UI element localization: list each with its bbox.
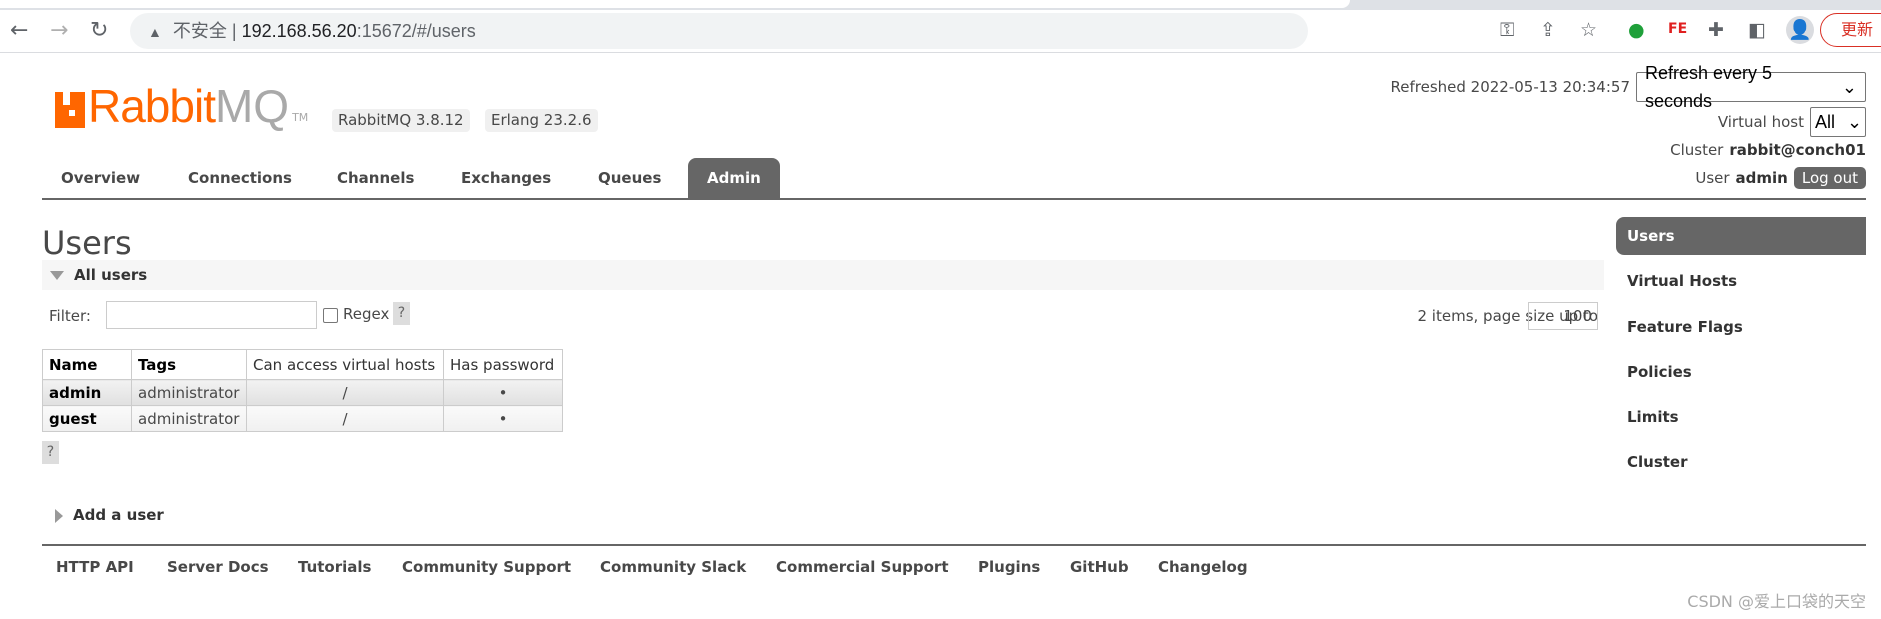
version-badge: RabbitMQ 3.8.12	[332, 109, 470, 132]
forward-icon[interactable]: →	[50, 18, 68, 43]
footer-link-changelog[interactable]: Changelog	[1158, 556, 1248, 578]
footer-link-github[interactable]: GitHub	[1070, 556, 1129, 578]
sidebar-item-users[interactable]: Users	[1616, 217, 1866, 255]
profile-icon[interactable]: 👤	[1786, 16, 1814, 44]
cluster-info: Cluster rabbit@conch01	[1670, 141, 1866, 159]
user-tags: administrator	[131, 379, 247, 406]
footer-link-tutorials[interactable]: Tutorials	[298, 556, 371, 578]
vhost-control: Virtual host All ⌄	[1718, 107, 1866, 137]
user-name-link[interactable]: guest	[42, 405, 132, 432]
user-has-password: •	[443, 405, 563, 432]
refreshed-timestamp: Refreshed 2022-05-13 20:34:57	[1390, 78, 1630, 96]
table-row[interactable]: admin administrator / •	[42, 379, 563, 406]
filter-input[interactable]	[106, 301, 317, 329]
vhost-select[interactable]: All ⌄	[1810, 107, 1866, 137]
users-table: Name Tags Can access virtual hosts Has p…	[42, 349, 563, 432]
footer-divider	[42, 544, 1866, 546]
tab-admin[interactable]: Admin	[688, 158, 780, 198]
sidebar-item-cluster[interactable]: Cluster	[1616, 443, 1866, 481]
sidebar-item-virtual-hosts[interactable]: Virtual Hosts	[1616, 262, 1866, 300]
rabbit-logo-icon	[55, 92, 85, 128]
triangle-right-icon	[55, 508, 63, 523]
user-tags: administrator	[131, 405, 247, 432]
tab-exchanges[interactable]: Exchanges	[461, 158, 551, 198]
browser-toolbar: ← → ↻ ▲ 不安全 | 192.168.56.20:15672/#/user…	[0, 10, 1881, 53]
add-user-section-toggle[interactable]: Add a user	[55, 504, 164, 526]
tab-connections[interactable]: Connections	[188, 158, 292, 198]
footer-link-commercial-support[interactable]: Commercial Support	[776, 556, 949, 578]
cluster-name: rabbit@conch01	[1729, 141, 1866, 159]
browser-tab-strip	[0, 0, 1881, 10]
page-size-input[interactable]: 100	[1528, 302, 1598, 330]
extensions-icon[interactable]: ✚	[1708, 19, 1724, 41]
table-help-button[interactable]: ?	[42, 441, 59, 464]
nav-divider	[42, 198, 1866, 200]
user-name-link[interactable]: admin	[42, 379, 132, 406]
evernote-icon[interactable]: ●	[1628, 19, 1645, 41]
security-status: 不安全	[172, 21, 227, 41]
url-path: :15672/#/users	[356, 21, 476, 41]
key-icon[interactable]: ⚿	[1500, 19, 1514, 41]
user-vhosts: /	[246, 405, 444, 432]
user-name: admin	[1735, 169, 1788, 187]
url-host: 192.168.56.20	[241, 21, 357, 41]
csdn-watermark: CSDN @爱上口袋的天空	[1687, 592, 1866, 611]
star-icon[interactable]: ☆	[1580, 19, 1597, 41]
chevron-down-icon: ⌄	[1841, 77, 1857, 97]
column-header-tags[interactable]: Tags	[131, 349, 247, 380]
page-title: Users	[42, 224, 132, 262]
address-bar[interactable]: ▲ 不安全 | 192.168.56.20:15672/#/users	[130, 13, 1308, 49]
column-header-name[interactable]: Name	[42, 349, 132, 380]
back-icon[interactable]: ←	[10, 18, 28, 43]
user-vhosts: /	[246, 379, 444, 406]
sidebar-item-policies[interactable]: Policies	[1616, 353, 1866, 391]
table-row[interactable]: guest administrator / •	[42, 405, 563, 432]
all-users-section-toggle[interactable]: All users	[42, 260, 1604, 290]
footer-link-community-slack[interactable]: Community Slack	[600, 556, 746, 578]
warning-icon: ▲	[148, 24, 162, 40]
table-header-row: Name Tags Can access virtual hosts Has p…	[42, 349, 563, 380]
footer-link-http-api[interactable]: HTTP API	[56, 556, 134, 578]
tab-channels[interactable]: Channels	[337, 158, 414, 198]
sidepanel-icon[interactable]: ◧	[1748, 19, 1766, 41]
tab-overview[interactable]: Overview	[61, 158, 140, 198]
regex-checkbox[interactable]	[323, 308, 338, 323]
user-info: User admin Log out	[1695, 167, 1866, 189]
share-icon[interactable]: ⇪	[1540, 19, 1556, 41]
regex-label: Regex	[343, 305, 390, 323]
user-has-password: •	[443, 379, 563, 406]
sidebar-item-limits[interactable]: Limits	[1616, 398, 1866, 436]
refresh-select[interactable]: Refresh every 5 seconds ⌄	[1636, 63, 1866, 111]
logout-button[interactable]: Log out	[1793, 167, 1866, 189]
sidebar-item-feature-flags[interactable]: Feature Flags	[1616, 308, 1866, 346]
refresh-control: Refreshed 2022-05-13 20:34:57 Refresh ev…	[1390, 63, 1866, 111]
regex-help-button[interactable]: ?	[393, 302, 410, 325]
chevron-down-icon: ⌄	[1847, 112, 1863, 132]
erlang-badge: Erlang 23.2.6	[485, 109, 598, 132]
rabbitmq-logo[interactable]: Rabbit MQ TM	[55, 83, 308, 129]
tab-queues[interactable]: Queues	[598, 158, 661, 198]
footer-link-plugins[interactable]: Plugins	[978, 556, 1040, 578]
footer-link-server-docs[interactable]: Server Docs	[167, 556, 269, 578]
fe-extension-icon[interactable]: FE	[1668, 21, 1687, 37]
column-header-has-password[interactable]: Has password	[443, 349, 563, 380]
column-header-vhosts[interactable]: Can access virtual hosts	[246, 349, 444, 380]
filter-label: Filter:	[49, 307, 91, 325]
update-button[interactable]: 更新	[1820, 13, 1881, 47]
reload-icon[interactable]: ↻	[90, 18, 108, 43]
footer-link-community-support[interactable]: Community Support	[402, 556, 571, 578]
triangle-down-icon	[50, 271, 64, 280]
